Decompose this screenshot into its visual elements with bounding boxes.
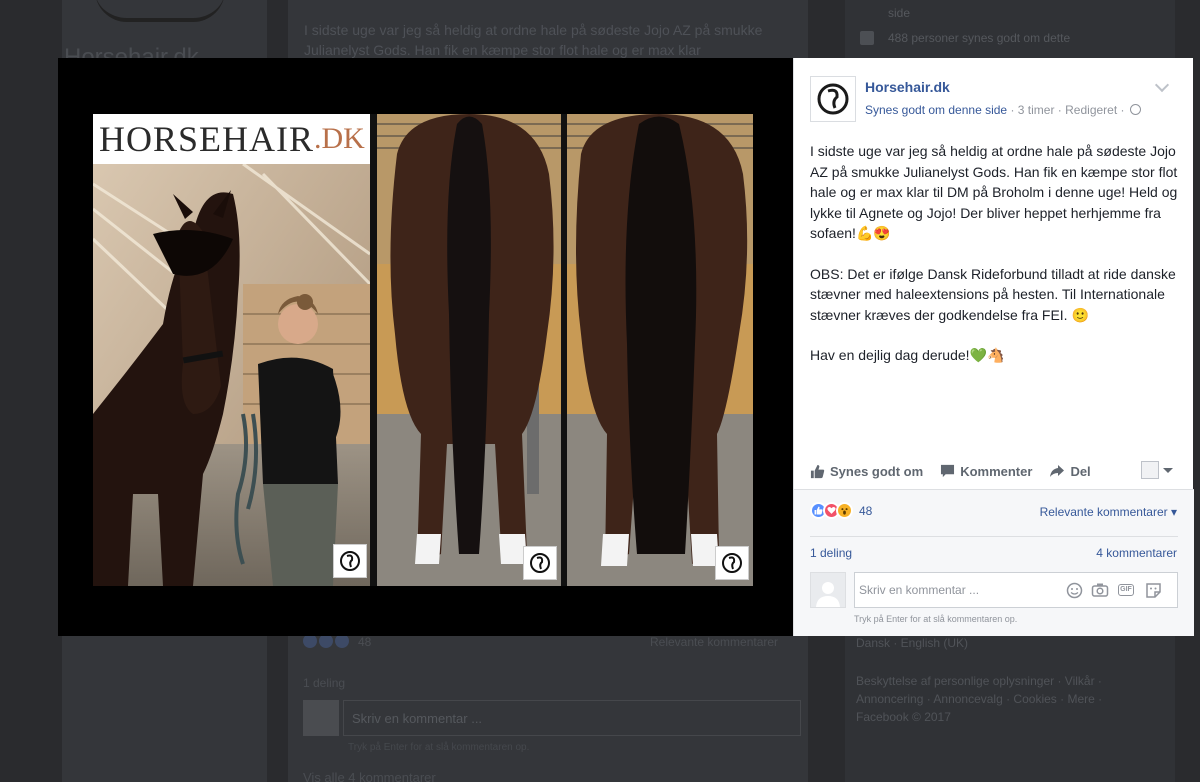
post-text: I sidste uge var jeg så heldig at ordne … <box>810 141 1180 386</box>
sticker-icon[interactable] <box>1144 581 1162 599</box>
bg-likes-count: 488 personer synes godt om dette <box>888 31 1071 45</box>
watermark-logo-icon <box>333 544 367 578</box>
tail-rear-1-illustration <box>377 114 561 586</box>
post-time[interactable]: 3 timer <box>1018 103 1055 117</box>
comment-icon <box>941 464 955 478</box>
divider <box>810 536 1178 537</box>
post-paragraph: Hav en dejlig dag derude!💚🐴 <box>810 345 1180 366</box>
brand-logo-suffix: .DK <box>314 122 365 155</box>
post-paragraph-text: OBS: Det er ifølge Dansk Rideforbund til… <box>810 265 1176 323</box>
photo-viewer[interactable]: HORSEHAIR .DK <box>58 58 793 636</box>
relevant-comments-label: Relevante kommentarer <box>1039 505 1168 519</box>
photo-tail-rear-1 <box>377 114 561 586</box>
gif-button[interactable]: GIF <box>1117 581 1135 599</box>
bg-avatar <box>303 700 339 736</box>
bg-enter-hint: Tryk på Enter for at slå kommentaren op. <box>348 742 530 753</box>
bg-more-comments: Vis alle 4 kommentarer <box>303 770 436 782</box>
enter-hint: Tryk på Enter for at slå kommentaren op. <box>854 614 1018 624</box>
watermark-logo-icon <box>523 546 557 580</box>
page-avatar[interactable] <box>810 76 856 122</box>
meta-separator: · <box>1007 103 1018 117</box>
post-paragraph: OBS: Det er ifølge Dansk Rideforbund til… <box>810 264 1180 326</box>
like-button[interactable]: Synes godt om <box>810 464 923 479</box>
comment-button[interactable]: Kommenter <box>940 464 1032 479</box>
avatar-small-icon <box>1141 461 1159 479</box>
shares-link[interactable]: 1 deling <box>810 546 852 560</box>
meta-separator: · <box>1054 103 1066 117</box>
edited-label[interactable]: Redigeret <box>1065 103 1117 117</box>
bg-right-text: side <box>888 6 911 20</box>
caret-down-icon <box>1163 467 1173 473</box>
bg-comment-input: Skriv en kommentar ... <box>343 700 801 736</box>
reaction-count: 48 <box>859 503 873 518</box>
bg-relevant-comments: Relevante kommentarer <box>650 635 779 649</box>
post-as-selector[interactable] <box>1141 461 1173 479</box>
share-button[interactable]: Del <box>1049 463 1091 479</box>
chevron-down-icon[interactable] <box>1154 77 1170 93</box>
comments-link[interactable]: 4 kommentarer <box>1096 546 1177 560</box>
post-panel: Horsehair.dk Synes godt om denne side · … <box>793 58 1194 636</box>
bg-language: Dansk · English (UK) <box>856 636 969 650</box>
watermark-logo-icon <box>715 546 749 580</box>
bg-page-logo <box>95 0 225 22</box>
horsehair-logo-icon <box>817 83 849 115</box>
smile-emoji: 🙂 <box>1071 306 1089 323</box>
post-paragraph: I sidste uge var jeg så heldig at ordne … <box>810 141 1180 244</box>
brand-banner: HORSEHAIR .DK <box>93 114 370 164</box>
reactions-summary[interactable]: 48 <box>810 502 872 519</box>
like-icon <box>810 464 825 478</box>
relevant-comments-dropdown[interactable]: Relevante kommentarer ▾ <box>1040 505 1177 519</box>
flexed-biceps-heart-eyes-emoji: 💪😍 <box>855 225 891 241</box>
post-meta: Synes godt om denne side · 3 timer · Red… <box>865 103 1141 117</box>
like-page-link[interactable]: Synes godt om denne side <box>865 103 1007 117</box>
comment-input[interactable] <box>857 575 1057 605</box>
photo-horse-with-woman: HORSEHAIR .DK <box>93 114 370 586</box>
post-action-bar: Synes godt om Kommenter Del <box>810 460 1180 482</box>
bg-footer: Beskyttelse af personlige oplysninger · … <box>856 674 1103 724</box>
wow-reaction-icon <box>836 502 853 519</box>
caret-down-icon: ▾ <box>1167 505 1177 519</box>
bg-reactions <box>303 634 351 650</box>
horse-woman-illustration <box>93 162 370 586</box>
bg-thumbs-up-icon <box>860 31 874 45</box>
camera-icon[interactable] <box>1091 581 1109 599</box>
meta-separator: · <box>1117 103 1128 117</box>
photo-collage[interactable]: HORSEHAIR .DK <box>93 114 753 586</box>
post-paragraph-text: Hav en dejlig dag derude! <box>810 347 970 363</box>
bg-shares: 1 deling <box>303 676 346 690</box>
user-avatar <box>810 572 846 608</box>
share-button-label: Del <box>1070 463 1091 479</box>
heart-horse-emoji: 💚🐴 <box>969 347 1005 363</box>
brand-logo-text: HORSEHAIR <box>99 119 315 159</box>
like-button-label: Synes godt om <box>830 463 924 479</box>
globe-icon <box>1129 104 1141 115</box>
bg-post-text: I sidste uge var jeg så heldig at ordne … <box>304 22 763 58</box>
share-icon <box>1050 465 1065 477</box>
comment-button-label: Kommenter <box>960 463 1033 479</box>
page-name-link[interactable]: Horsehair.dk <box>865 79 950 95</box>
tail-rear-2-illustration <box>567 114 753 586</box>
photo-tail-rear-2 <box>567 114 753 586</box>
emoji-icon[interactable] <box>1065 581 1083 599</box>
comment-composer[interactable]: GIF <box>854 572 1178 608</box>
default-avatar-icon <box>816 582 840 607</box>
bg-reaction-count: 48 <box>358 635 372 649</box>
gif-icon: GIF <box>1118 584 1134 596</box>
